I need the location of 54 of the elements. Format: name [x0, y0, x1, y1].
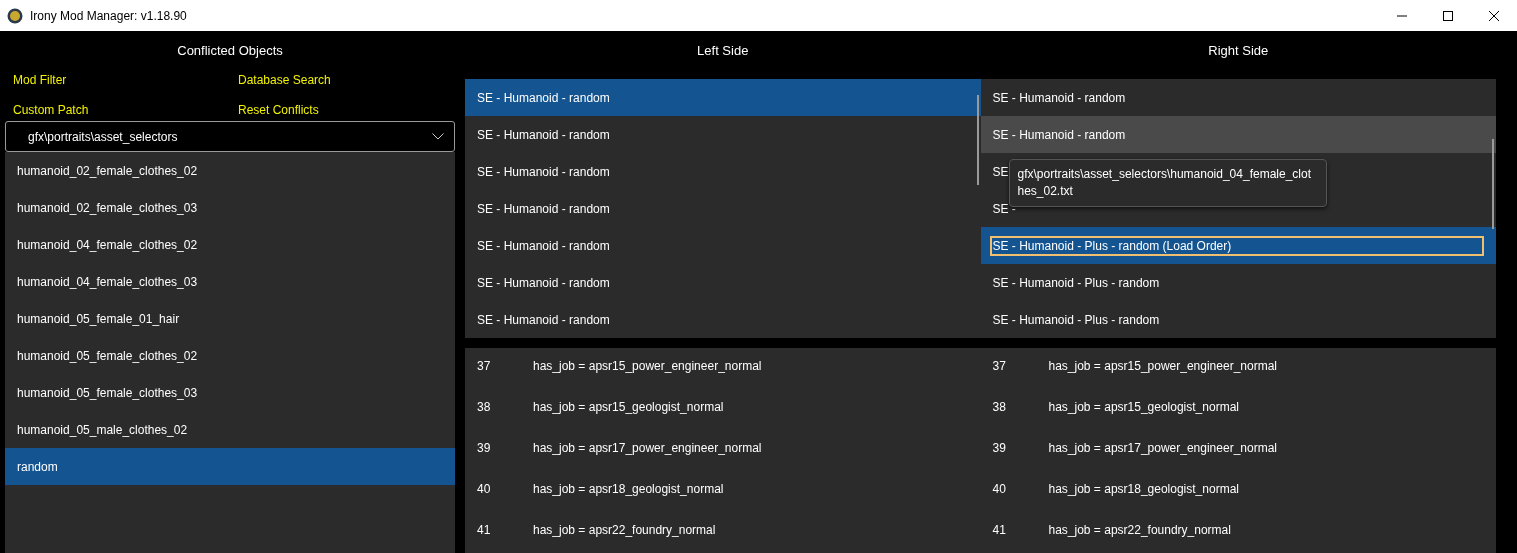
code-line: has_job = apsr15_power_engineer_normal	[533, 359, 762, 373]
line-number: 41	[991, 523, 1007, 537]
line-number: 40	[476, 482, 492, 496]
column-header: Right Side	[1208, 42, 1269, 58]
mod-label: SE - Humanoid - Plus - random	[991, 311, 1161, 329]
list-item[interactable]: humanoid_05_female_01_hair	[5, 300, 455, 337]
mod-label: SE - Humanoid - Plus - random	[991, 274, 1161, 292]
line-number: 38	[991, 400, 1007, 414]
toolbar-link[interactable]: Custom Patch	[13, 102, 89, 121]
mod-label: SE - Humanoid - random	[991, 89, 1127, 107]
line-number: 40	[991, 482, 1007, 496]
code-line: has_job = apsr15_geologist_normal	[533, 400, 724, 414]
list-item[interactable]: humanoid_05_female_clothes_02	[5, 337, 455, 374]
code-line: has_job = apsr18_geologist_normal	[533, 482, 724, 496]
toolbar-link[interactable]: Database Search	[238, 73, 331, 92]
mod-label: SE - Humanoid - random	[991, 126, 1127, 144]
list-item[interactable]: humanoid_04_female_clothes_02	[5, 226, 455, 263]
line-number: 39	[476, 441, 492, 455]
line-number: 38	[476, 400, 492, 414]
column-header: Left Side	[697, 42, 749, 58]
code-line: has_job = apsr22_foundry_normal	[533, 523, 716, 537]
list-item[interactable]: humanoid_05_male_clothes_02	[5, 411, 455, 448]
list-item[interactable]: random	[5, 448, 455, 485]
chevron-down-icon	[432, 133, 444, 140]
tooltip: gfx\portraits\asset_selectors\humanoid_04_female_clothes_02.txt	[1008, 159, 1327, 207]
mod-label: SE - Humanoid - Plus - random (Load Order)	[989, 235, 1484, 256]
line-number: 37	[991, 359, 1007, 373]
code-line: has_job = apsr15_geologist_normal	[1048, 400, 1239, 414]
scrollbar-thumb[interactable]	[976, 95, 979, 185]
mod-item[interactable]: SE - Humanoid - Plus - random (Load Order)	[980, 227, 1496, 264]
list-item[interactable]: humanoid_02_female_clothes_02	[5, 152, 455, 189]
line-number: 37	[476, 359, 492, 373]
list-item[interactable]: humanoid_05_female_clothes_03	[5, 374, 455, 411]
code-line: has_job = apsr17_power_engineer_normal	[1048, 441, 1277, 455]
mod-label: SE	[991, 163, 1010, 181]
list-item[interactable]: humanoid_04_female_clothes_03	[5, 263, 455, 300]
code-line: has_job = apsr15_power_engineer_normal	[1048, 359, 1277, 373]
mod-item[interactable]: SE - Humanoid - random	[465, 79, 981, 116]
scrollbar-thumb[interactable]	[1492, 139, 1494, 229]
line-number: 41	[476, 523, 492, 537]
window-title: Irony Mod Manager: v1.18.90	[30, 8, 188, 23]
list-item[interactable]: humanoid_02_female_clothes_03	[5, 189, 455, 226]
line-number: 39	[991, 441, 1007, 455]
code-line: has_job = apsr18_geologist_normal	[1048, 482, 1239, 496]
toolbar-link[interactable]: Reset Conflicts	[238, 102, 319, 121]
toolbar-link[interactable]: Mod Filter	[13, 73, 67, 92]
code-line: has_job = apsr17_power_engineer_normal	[533, 441, 762, 455]
maximize-icon	[1443, 10, 1453, 21]
code-line: has_job = apsr22_foundry_normal	[1048, 523, 1231, 537]
path-dropdown[interactable]: gfx\portraits\asset_selectors	[5, 121, 455, 152]
close-icon	[1489, 10, 1499, 21]
app-icon	[7, 7, 23, 24]
column-header: Conflicted Objects	[177, 42, 283, 58]
mod-item[interactable]: SE - Humanoid - random	[980, 116, 1496, 153]
